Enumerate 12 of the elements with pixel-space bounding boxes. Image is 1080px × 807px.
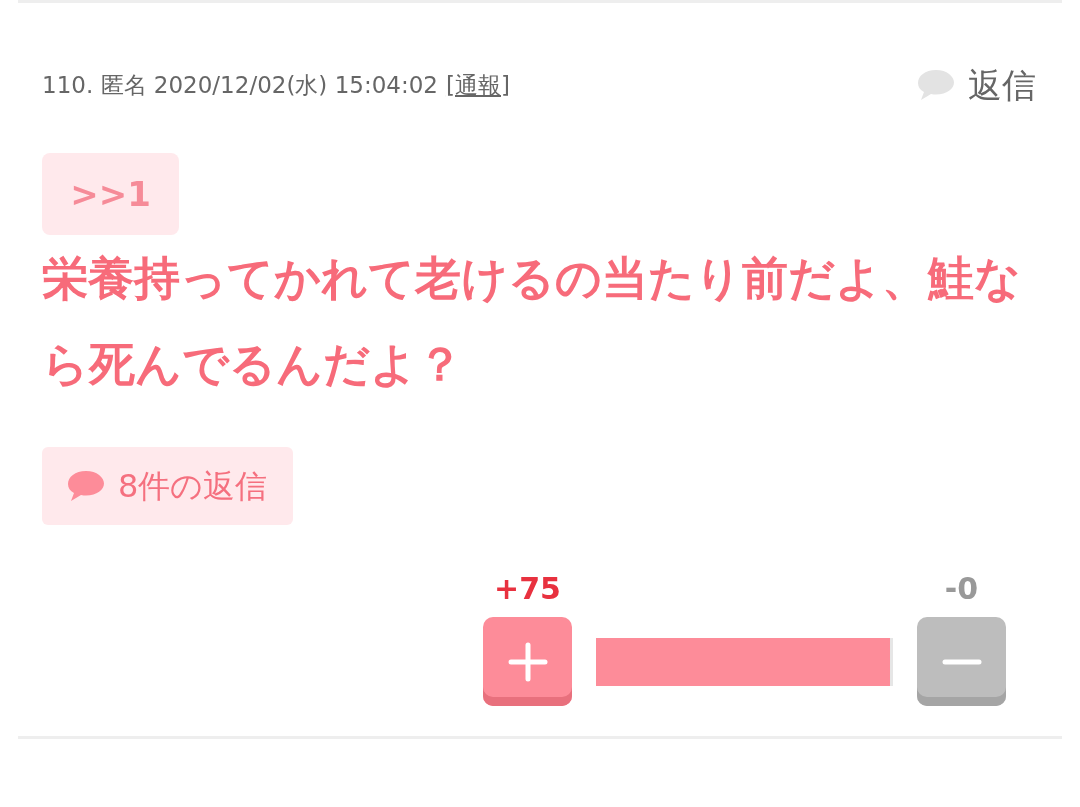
minus-icon bbox=[941, 658, 982, 665]
post-meta: 110. 匿名 2020/12/02(水) 15:04:02 bbox=[42, 70, 438, 100]
reply-button[interactable]: 返信 bbox=[916, 59, 1036, 111]
plus-icon bbox=[507, 641, 548, 682]
minus-button[interactable] bbox=[917, 617, 1006, 706]
speech-bubble-icon bbox=[916, 68, 956, 102]
comment-text: 栄養持ってかれて老けるの当たり前だよ、鮭なら死んでるんだよ？ bbox=[42, 250, 1022, 393]
plus-count: +75 bbox=[494, 571, 561, 607]
speech-bubble-icon bbox=[66, 469, 106, 503]
plus-button[interactable] bbox=[483, 617, 572, 706]
report-link[interactable]: [通報] bbox=[445, 67, 510, 103]
minus-count: -0 bbox=[944, 571, 979, 607]
